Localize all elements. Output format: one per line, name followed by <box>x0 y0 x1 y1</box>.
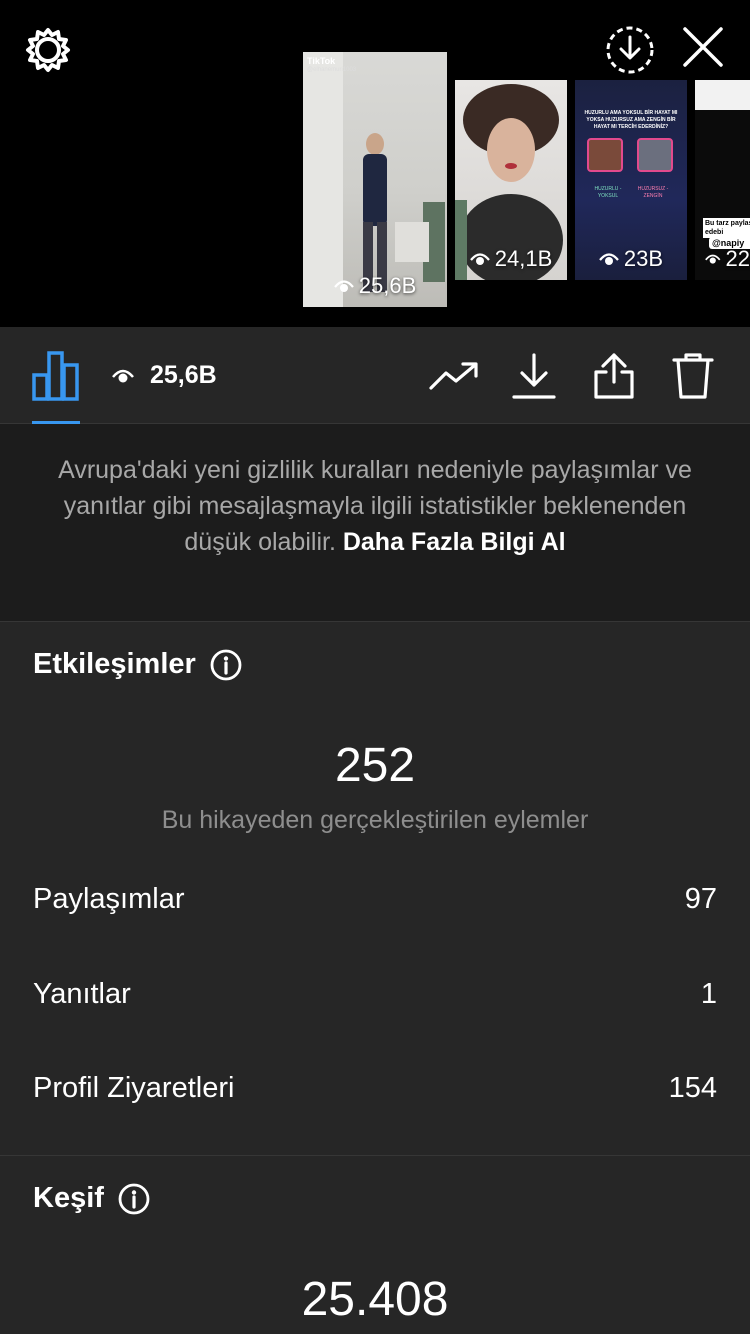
delete-button[interactable] <box>668 351 718 401</box>
eye-icon <box>112 369 134 382</box>
stat-value: 154 <box>668 1072 717 1104</box>
story-thumbnail[interactable]: Bu tarz paylaş edebi @napiy 22 <box>695 80 750 280</box>
story-thumbnails-area: TikTok @elhanemuri1003 25,6B 24,1B HUZUR… <box>0 0 750 327</box>
section-divider <box>0 1155 750 1156</box>
close-button[interactable] <box>676 20 730 74</box>
tiktok-username: @elhanemuri1003 <box>307 67 357 73</box>
download-button[interactable] <box>509 351 559 401</box>
stat-row-profile-visits: Profil Ziyaretleri 154 <box>33 1072 717 1105</box>
thumbnail-views: 22 <box>705 246 750 272</box>
stat-label: Paylaşımlar <box>33 883 185 915</box>
download-circle-icon <box>606 26 654 74</box>
thumbnail-views: 23B <box>575 246 687 272</box>
interactions-total: 252 <box>334 739 416 792</box>
bar-chart-icon <box>32 351 79 401</box>
story-label-left: HUZURLU - YOKSUL <box>594 186 622 199</box>
share-icon <box>594 353 634 399</box>
story-thumbnail[interactable]: 24,1B <box>455 80 567 280</box>
privacy-notice: Avrupa'daki yeni gizlilik kuralları nede… <box>0 424 750 622</box>
stat-label: Profil Ziyaretleri <box>33 1072 235 1104</box>
stat-value: 97 <box>684 883 717 915</box>
interactions-title: Etkileşimler <box>33 648 196 680</box>
stat-row-shares: Paylaşımlar 97 <box>33 883 717 916</box>
share-button[interactable] <box>589 351 639 401</box>
selected-pointer <box>353 307 397 327</box>
save-story-button[interactable] <box>600 20 660 80</box>
story-image <box>303 52 445 307</box>
story-label-right: HUZURSUZ - ZENGİN <box>637 186 669 199</box>
eye-icon <box>599 253 619 265</box>
stat-label: Yanıtlar <box>33 978 131 1010</box>
insights-button[interactable] <box>429 351 479 401</box>
settings-icon <box>26 28 70 72</box>
story-partial-text: Bu tarz paylaş edebi <box>703 218 750 238</box>
story-question-text: HUZURLU AMA YOKSUL BİR HAYAT MI YOKSA HU… <box>584 110 678 130</box>
eye-icon <box>333 280 354 292</box>
story-thumbnail-selected[interactable]: TikTok @elhanemuri1003 25,6B <box>303 52 447 307</box>
trash-icon <box>672 353 714 399</box>
stat-value: 1 <box>700 978 717 1010</box>
story-thumbnail[interactable]: HUZURLU AMA YOKSUL BİR HAYAT MI YOKSA HU… <box>575 80 687 280</box>
stat-row-replies: Yanıtlar 1 <box>33 978 717 1011</box>
download-icon <box>512 353 556 399</box>
tiktok-watermark: TikTok <box>307 56 336 66</box>
story-toolbar: 25,6B <box>0 327 750 424</box>
interactions-heading: Etkileşimler <box>33 648 242 681</box>
eye-icon <box>469 253 490 265</box>
views-count: 25,6B <box>150 361 217 389</box>
views-summary: 25,6B <box>112 361 217 390</box>
story-photo-left <box>587 138 623 172</box>
info-icon[interactable] <box>210 649 242 681</box>
discovery-heading: Keşif <box>33 1182 150 1215</box>
info-icon[interactable] <box>118 1183 150 1215</box>
eye-icon <box>705 254 721 264</box>
stats-tab[interactable] <box>32 351 80 401</box>
settings-button[interactable] <box>20 22 76 78</box>
learn-more-link[interactable]: Daha Fazla Bilgi Al <box>343 528 566 556</box>
thumbnail-views: 24,1B <box>455 246 567 272</box>
story-image <box>695 80 750 110</box>
discovery-total: 25.408 <box>301 1273 449 1326</box>
interactions-subtitle: Bu hikayeden gerçekleştirilen eylemler <box>161 806 589 834</box>
trending-up-icon <box>429 362 478 390</box>
close-icon <box>683 27 723 67</box>
story-photo-right <box>637 138 673 172</box>
thumbnail-views: 25,6B <box>303 273 447 299</box>
discovery-title: Keşif <box>33 1182 104 1214</box>
